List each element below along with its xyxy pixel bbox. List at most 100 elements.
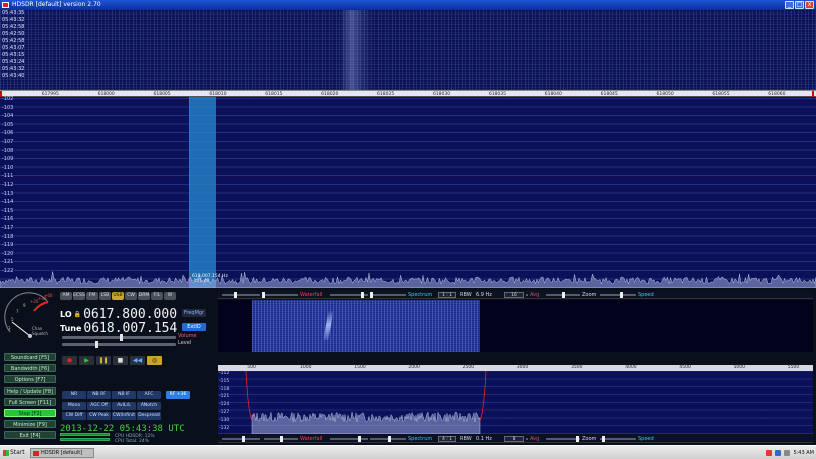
volume-label: Volume	[178, 333, 197, 339]
help-update-button[interactable]: Help / Update [F8]	[4, 386, 56, 395]
af-tick-label: 1000	[300, 365, 312, 370]
volume-slider-knob[interactable]	[119, 334, 123, 341]
soundcard-button[interactable]: Soundcard [F5]	[4, 353, 56, 361]
af-waterfall-gain-knob[interactable]	[242, 436, 245, 442]
stop-button[interactable]: Stop [F2]	[4, 409, 56, 417]
rf-waterfall[interactable]: 05:43:35 05:43:32 05:42:58 05:42:50 05:42:58…	[0, 10, 816, 90]
af-spectrum-contrast-knob[interactable]	[388, 436, 391, 442]
rf-spectrum[interactable]: 618,007,154 Hz -121 dB -102-103-104-105-…	[0, 96, 816, 288]
dsp-button-nr[interactable]: NR	[62, 391, 86, 399]
filter-passband[interactable]	[190, 97, 216, 288]
af-rbw-label: RBW	[460, 436, 472, 442]
af-spectrum[interactable]: -112 -115 -118 -121 -124 -127 -130 -132	[218, 371, 813, 434]
stop-icon[interactable]: ■	[113, 356, 128, 365]
rf-ratio-box[interactable]: 1 : 1	[438, 292, 456, 298]
af-db-label: -127	[219, 410, 230, 415]
af-spectrum-gain-knob[interactable]	[358, 436, 361, 442]
af-ratio-box[interactable]: 4 : 1	[438, 436, 456, 442]
rf-waterfall-gain-knob[interactable]	[234, 292, 237, 298]
af-avg-select[interactable]: 8	[504, 436, 524, 442]
tray-network-icon[interactable]	[775, 450, 782, 456]
tray-volume-icon[interactable]	[784, 450, 791, 456]
db-scale-label: -117	[2, 225, 14, 231]
rf-spectrum-contrast-track[interactable]	[370, 294, 406, 296]
af-db-label: -121	[219, 394, 230, 400]
exit-button[interactable]: Exit [F4]	[4, 431, 56, 440]
dsp-button-rf-36[interactable]: RF +36	[166, 391, 190, 399]
mode-button-fil[interactable]: FIL	[151, 292, 163, 300]
frequency-scale[interactable]: 617995 618000 618005 618010 618015 618020 6180…	[0, 90, 816, 98]
tune-frequency-display[interactable]: 0618.007.154	[83, 321, 177, 336]
af-zoom-left-knob[interactable]	[576, 436, 579, 442]
mode-button-usb[interactable]: USB	[112, 292, 124, 300]
af-tick-label: 4000	[625, 365, 637, 370]
tune-marker[interactable]	[189, 97, 190, 288]
bandwidth-button[interactable]: Bandwidth [F6]	[4, 364, 56, 373]
rewind-icon[interactable]: ◀◀	[130, 356, 145, 365]
dsp-button-cw-infinit[interactable]: CW/Infinit	[112, 412, 136, 420]
rf-waterfall-contrast-knob[interactable]	[262, 292, 265, 298]
rf-avg-track[interactable]	[526, 294, 528, 296]
af-zoom-left-track[interactable]	[546, 438, 580, 440]
mode-button-w[interactable]: W	[164, 292, 176, 300]
dsp-button-nb-rf[interactable]: NB RF	[87, 391, 111, 399]
af-zoom-right-track[interactable]	[600, 438, 636, 440]
af-zoom-right-knob[interactable]	[602, 436, 605, 442]
af-avg-track[interactable]	[526, 438, 528, 440]
dsp-button-nb-if[interactable]: NB IF	[112, 391, 136, 399]
dsp-button-cw-diff[interactable]: CW Diff	[62, 412, 86, 420]
minimize-window-button[interactable]: _	[785, 1, 794, 9]
level-slider[interactable]	[62, 341, 176, 348]
rf-zoom-left-knob[interactable]	[562, 292, 565, 298]
rf-zoom-right-track[interactable]	[600, 294, 636, 296]
tray-app-icon[interactable]	[766, 450, 773, 456]
af-waterfall[interactable]	[218, 300, 813, 352]
mode-button-am[interactable]: AM	[60, 292, 72, 300]
dsp-button-mono[interactable]: Mono	[62, 402, 86, 410]
play-icon[interactable]: ▶	[79, 356, 94, 365]
rf-avg-select[interactable]: 16	[504, 292, 524, 298]
taskbar-item-hdsdr[interactable]: HDSDR [default] vers...	[30, 448, 94, 459]
af-spectrum-gain-track[interactable]	[330, 438, 368, 440]
maximize-window-button[interactable]: □	[795, 1, 804, 9]
af-waterfall-contrast-knob[interactable]	[280, 436, 283, 442]
rf-spectrum-gain-knob[interactable]	[361, 292, 364, 298]
dsp-button-agc-off[interactable]: AGC Off	[87, 402, 111, 410]
extio-button[interactable]: ExtIO	[182, 323, 206, 331]
rf-spectrum-contrast-knob[interactable]	[370, 292, 373, 298]
lo-lock-icon[interactable]: 🔒	[74, 311, 81, 318]
close-window-button[interactable]: x	[805, 1, 814, 9]
record-icon[interactable]: ●	[62, 356, 77, 365]
mode-button-lsb[interactable]: LSB	[99, 292, 111, 300]
dsp-button-afc[interactable]: AFC	[137, 391, 161, 399]
mode-button-fm[interactable]: FM	[86, 292, 98, 300]
waterfall-timestamp: 05:43:07	[2, 45, 25, 51]
freqmgr-button[interactable]: FreqMgr	[182, 309, 206, 317]
af-avg-label: Avg	[530, 436, 540, 442]
rf-zoom-right-knob[interactable]	[620, 292, 623, 298]
rf-waterfall-gain-track[interactable]	[222, 294, 260, 296]
level-slider-knob[interactable]	[95, 341, 99, 348]
dsp-button-cw-peak[interactable]: CW Peak	[87, 412, 111, 420]
dsp-button-anotch[interactable]: ANotch	[137, 402, 161, 410]
full-screen-button[interactable]: Full Screen [F11]	[4, 397, 56, 406]
options-button[interactable]: Options [F7]	[4, 375, 56, 384]
dsp-button-avllrl[interactable]: AvlLrL	[112, 402, 136, 410]
pause-icon[interactable]: ❚❚	[96, 356, 111, 365]
dsp-button-despread[interactable]: Despread	[137, 412, 161, 420]
rf-rbw-label: RBW	[460, 292, 472, 298]
spectrum-noise-trace	[0, 271, 816, 288]
af-zoom-label: Zoom	[582, 436, 597, 442]
loop-icon[interactable]: ◎	[147, 356, 162, 365]
mode-button-cw[interactable]: CW	[125, 292, 137, 300]
mode-button-drm[interactable]: DRM	[138, 292, 150, 300]
minimize-button[interactable]: Minimize [F9]	[4, 420, 56, 429]
rf-waterfall-contrast-track[interactable]	[264, 294, 298, 296]
af-waterfall-gain-track[interactable]	[222, 438, 260, 440]
db-scale-label: -120	[2, 250, 14, 257]
lo-frequency-display[interactable]: 0617.800.000	[83, 307, 177, 322]
volume-slider[interactable]	[62, 334, 176, 341]
mode-button-ecss[interactable]: ECSS	[73, 292, 85, 300]
window-titlebar[interactable]: HDSDR [default] version 2.70 _ □ x	[0, 0, 816, 10]
start-button[interactable]: Start	[2, 448, 25, 458]
